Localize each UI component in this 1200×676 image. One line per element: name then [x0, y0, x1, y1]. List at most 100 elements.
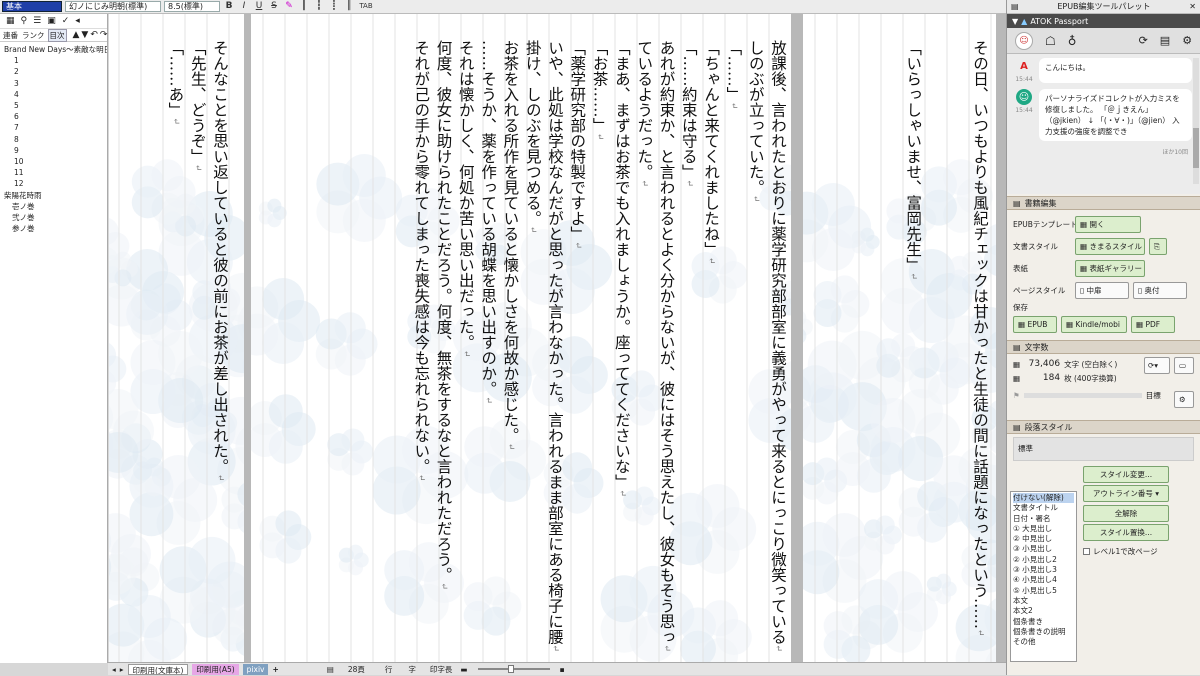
colophon-button[interactable]: ▯ 奥付: [1133, 281, 1187, 299]
sheet-tab-bunko[interactable]: 印刷用(文庫本): [127, 663, 189, 675]
text-column[interactable]: 「お茶……」↵: [591, 40, 609, 141]
collapse-triangle-icon[interactable]: ▼: [1012, 17, 1018, 26]
doc-style-extra-button[interactable]: ⎘: [1149, 237, 1167, 255]
text-column[interactable]: 「薬学研究部の特製ですよ」↵: [568, 40, 586, 249]
pagebreak-checkbox[interactable]: [1083, 548, 1090, 555]
recount-button[interactable]: ⟳▾: [1144, 357, 1170, 374]
outline-number-button[interactable]: アウトライン番号 ▾: [1083, 485, 1169, 502]
align-bottom-icon[interactable]: ┋: [328, 1, 340, 12]
toc-item[interactable]: 2: [4, 66, 107, 77]
para-style-header[interactable]: ▤ 段落スタイル: [1007, 420, 1200, 434]
style-list-item[interactable]: ② 小見出し2: [1013, 555, 1074, 565]
text-column[interactable]: 「……あ」↵: [166, 40, 184, 125]
text-column[interactable]: 「まあ、まずはお茶でも入れましょうか。座っててくださいな」↵: [613, 40, 631, 497]
align-center-icon[interactable]: ┇: [313, 1, 325, 12]
text-column[interactable]: お茶を入れる所作を見ていると懐かしさを何故か感じた。↵: [501, 40, 519, 451]
style-list-item[interactable]: 文書タイトル: [1013, 503, 1074, 513]
toc-item[interactable]: 7: [4, 122, 107, 133]
goal-settings-button[interactable]: ⚙: [1174, 391, 1194, 408]
chat-scrollbar[interactable]: [1193, 58, 1199, 184]
settings-icon[interactable]: ⚙: [1182, 34, 1192, 47]
scrollbar-thumb[interactable]: [1193, 128, 1199, 168]
next-sheet-icon[interactable]: ▸: [120, 665, 124, 674]
page-left[interactable]: そんなことを思い返していると彼の前にお茶が差し出された。↵ 「先生、どうぞ」↵ 「……: [109, 14, 244, 662]
strikethrough-button[interactable]: S: [268, 1, 280, 12]
arrow-up-icon[interactable]: ▲: [73, 30, 80, 40]
text-column[interactable]: 何度、彼女に助けられたことだろう。何度、無茶をするなと言われただろう。↵: [435, 40, 453, 590]
prev-sheet-icon[interactable]: ◂: [112, 665, 116, 674]
style-list-item[interactable]: ② 中見出し: [1013, 534, 1074, 544]
sheet-tab-a5[interactable]: 印刷用(A5): [192, 663, 239, 675]
sheet-tab-pixiv[interactable]: pixiv: [242, 663, 269, 675]
page-middle[interactable]: 放課後、言われたとおりに薬学研究部部室に義勇がやって来るとにっこり微笑っている↵…: [251, 14, 791, 662]
add-sheet-icon[interactable]: +: [272, 665, 278, 674]
paragraph-style-select[interactable]: 基本: [2, 1, 62, 12]
underline-button[interactable]: U: [253, 1, 265, 12]
toc-item[interactable]: 9: [4, 145, 107, 156]
tab-serial[interactable]: 連番: [2, 30, 19, 41]
close-icon[interactable]: ✕: [1189, 2, 1196, 11]
save-kindle-button[interactable]: ▦ Kindle/mobi: [1061, 315, 1127, 333]
text-column[interactable]: ているようだった。↵: [635, 40, 653, 187]
clear-all-button[interactable]: 全解除: [1083, 505, 1169, 522]
toc-item[interactable]: 4: [4, 89, 107, 100]
tab-rank[interactable]: ランク: [21, 30, 46, 41]
style-list-item[interactable]: 本文2: [1013, 606, 1074, 616]
style-list-item[interactable]: ① 大見出し: [1013, 524, 1074, 534]
text-column[interactable]: それが己の手から零れてしまった喪失感は今も忘れられない。↵: [412, 40, 430, 482]
redo-icon[interactable]: ↷: [100, 30, 108, 40]
toc-item[interactable]: 5: [4, 100, 107, 111]
toc-item[interactable]: 柴陽花時雨: [4, 190, 107, 201]
tab-button[interactable]: TAB: [358, 1, 374, 12]
style-list-item[interactable]: その他: [1013, 637, 1074, 647]
open-template-button[interactable]: ▦ 開く: [1075, 215, 1141, 233]
tab-contents[interactable]: 目次: [47, 28, 67, 42]
style-list-item[interactable]: 本文: [1013, 596, 1074, 606]
pagebreak-option[interactable]: レベル1で改ページ: [1083, 546, 1158, 557]
toc-item[interactable]: 壱ノ巻: [4, 201, 107, 212]
align-top-icon[interactable]: ┃: [298, 1, 310, 12]
style-list-item[interactable]: 個条書き: [1013, 617, 1074, 627]
page-icon[interactable]: ▣: [47, 16, 56, 26]
text-column[interactable]: そんなことを思い返していると彼の前にお茶が差し出された。↵: [211, 40, 229, 482]
char-count-header[interactable]: ▤ 文字数: [1007, 340, 1200, 354]
style-list[interactable]: 付けない(解除) 文書タイトル 日付・署名 ① 大見出し ② 中見出し ③ 小見出し ② 小…: [1010, 491, 1077, 662]
toc-item[interactable]: 参ノ巻: [4, 223, 107, 234]
book-edit-header[interactable]: ▤ 書籍編集: [1007, 196, 1200, 210]
toc-item[interactable]: 11: [4, 167, 107, 178]
title-page-button[interactable]: ▯ 中扉: [1075, 281, 1129, 299]
atok-assistant-icon[interactable]: ☺: [1015, 31, 1033, 50]
zoom-thumb[interactable]: [507, 665, 514, 673]
style-change-button[interactable]: スタイル変更...: [1083, 466, 1169, 483]
list-icon[interactable]: ☰: [33, 16, 41, 26]
zoom-slider[interactable]: [477, 665, 550, 673]
toc-item[interactable]: 1: [4, 55, 107, 66]
toc-item[interactable]: 3: [4, 78, 107, 89]
text-column[interactable]: 放課後、言われたとおりに薬学研究部部室に義勇がやって来るとにっこり微笑っている↵: [769, 40, 787, 652]
save-epub-button[interactable]: ▦ EPUB: [1013, 315, 1057, 333]
tip-bulb-icon[interactable]: ♁: [1068, 34, 1077, 48]
text-column[interactable]: それは懐かしく、何処か苦い思い出だった。↵: [457, 40, 475, 358]
highlight-pen-icon[interactable]: ✎: [283, 1, 295, 12]
text-column[interactable]: 「ちゃんと来てくれましたね」↵: [702, 40, 720, 265]
toc-item[interactable]: 6: [4, 111, 107, 122]
text-column[interactable]: 掛け、しのぶを見つめる。↵: [524, 40, 542, 234]
text-column[interactable]: しのぶが立っていた。↵: [747, 40, 765, 203]
toc-item[interactable]: 10: [4, 156, 107, 167]
text-column[interactable]: いや、此処は学校なんだがと思ったが言わなかった。言われるまま部室にある椅子に腰↵: [546, 40, 564, 652]
check-icon[interactable]: ✓: [62, 16, 70, 26]
style-list-item[interactable]: 日付・署名: [1013, 514, 1074, 524]
search-icon[interactable]: ⚲: [21, 16, 28, 26]
memo-icon[interactable]: ▤: [1160, 34, 1170, 47]
cover-gallery-button[interactable]: ▦ 表紙ギャラリー: [1075, 259, 1145, 277]
grid-view-icon[interactable]: ▦: [6, 16, 15, 26]
zoom-out-icon[interactable]: ▬: [460, 665, 467, 674]
collapse-icon[interactable]: ◂: [75, 16, 80, 26]
undo-icon[interactable]: ↶: [90, 30, 98, 40]
text-column[interactable]: あれが約束か、と言われるとよく分からないが、彼にはそう思えたし、彼女もそう思っ↵: [658, 40, 676, 652]
toc-item[interactable]: 12: [4, 178, 107, 189]
refresh-icon[interactable]: ⟳: [1139, 34, 1148, 47]
text-column[interactable]: 「いらっしゃいませ、富岡先生」↵: [904, 40, 922, 280]
text-column[interactable]: 「……」↵: [724, 40, 742, 110]
text-column[interactable]: その日、いつもよりも風紀チェックは甘かったと生徒の間に話題になったという……↵: [971, 40, 989, 637]
